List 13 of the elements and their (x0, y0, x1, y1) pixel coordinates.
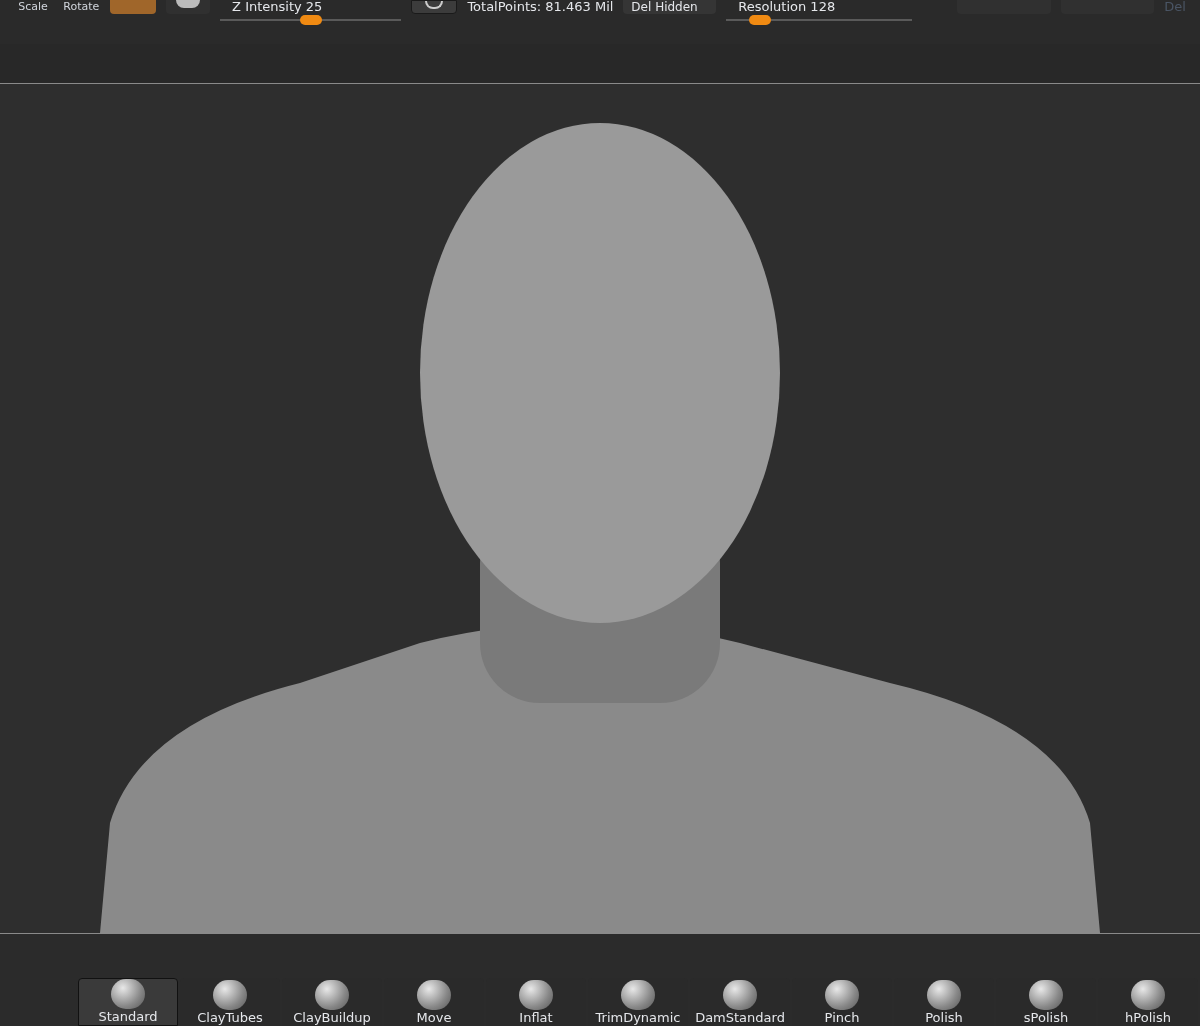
draw-button[interactable] (411, 0, 458, 14)
total-points: TotalPoints: 81.463 Mil (467, 0, 614, 14)
material-button[interactable] (110, 0, 157, 14)
del-hidden-button[interactable]: Del Hidden (623, 0, 717, 14)
slider-label: Resolution 128 (737, 0, 837, 14)
brush-button[interactable]: Standard (78, 978, 178, 1026)
slider-thumb[interactable] (748, 15, 771, 25)
slider-label: Z Intensity 25 (231, 0, 324, 14)
faded-label: Del (1164, 0, 1186, 14)
tool-label[interactable]: Rotate (62, 0, 101, 14)
tool-label[interactable]: Scale (14, 0, 53, 14)
slider-thumb[interactable] (299, 15, 322, 25)
sphere-button[interactable] (166, 0, 211, 14)
